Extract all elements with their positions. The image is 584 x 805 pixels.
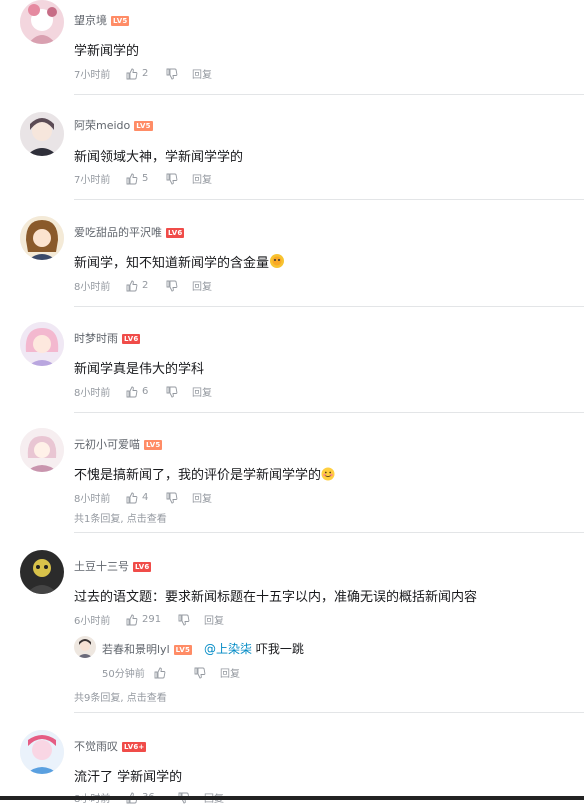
- divider: [74, 199, 584, 200]
- username[interactable]: 不觉雨叹 LV6+: [74, 738, 147, 754]
- comment-text: 新闻学，知不知道新闻学的含金量: [74, 252, 285, 271]
- level-badge: LV6: [166, 228, 185, 238]
- divider: [74, 94, 584, 95]
- timestamp: 8小时前: [74, 494, 111, 505]
- reply-text: @上染柒 吓我一跳: [204, 642, 304, 656]
- username[interactable]: 时梦时雨 LV6: [74, 330, 141, 346]
- dislike-button[interactable]: [178, 614, 204, 626]
- thumbs-up-icon: [126, 614, 138, 625]
- timestamp: 7小时前: [74, 175, 111, 186]
- dislike-button[interactable]: [166, 386, 192, 398]
- username[interactable]: 土豆十三号 LV6: [74, 558, 152, 574]
- mention-link[interactable]: @上染柒: [204, 642, 252, 656]
- dislike-button[interactable]: [166, 68, 192, 80]
- divider: [74, 532, 584, 533]
- like-count: 291: [142, 614, 162, 625]
- thumbs-up-icon: [154, 667, 166, 678]
- reply-button[interactable]: 回复: [192, 384, 212, 399]
- thumbs-down-icon: [166, 173, 178, 184]
- level-badge: LV5: [111, 16, 130, 26]
- like-count: 6: [142, 386, 149, 397]
- level-badge: LV6: [133, 562, 152, 572]
- username[interactable]: 元初小可爱喵 LV5: [74, 436, 163, 452]
- like-button[interactable]: [154, 667, 194, 679]
- like-button[interactable]: 4: [126, 492, 166, 504]
- timestamp: 7小时前: [74, 70, 111, 81]
- reply-button[interactable]: 回复: [192, 490, 212, 505]
- dislike-button[interactable]: [166, 173, 192, 185]
- divider: [74, 412, 584, 413]
- like-button[interactable]: 5: [126, 173, 166, 185]
- timestamp: 8小时前: [74, 388, 111, 399]
- like-count: 2: [142, 68, 149, 79]
- view-replies-link[interactable]: 共9条回复, 点击查看: [74, 689, 167, 704]
- comment-text: 过去的语文题：要求新闻标题在十五字以内，准确无误的概括新闻内容: [74, 590, 478, 605]
- reply-avatar[interactable]: [74, 636, 96, 658]
- like-button[interactable]: 2: [126, 280, 166, 292]
- thumbs-down-icon: [194, 667, 206, 678]
- dislike-button[interactable]: [166, 492, 192, 504]
- gold-medal-emoji-icon: [270, 254, 285, 268]
- like-count: 4: [142, 492, 149, 503]
- level-badge: LV5: [134, 121, 153, 131]
- thumbs-down-icon: [178, 614, 190, 625]
- reply-username[interactable]: 若春和景明lyl LV5: [102, 641, 193, 657]
- thumbs-down-icon: [166, 386, 178, 397]
- avatar[interactable]: [20, 0, 64, 44]
- like-count: 2: [142, 280, 149, 291]
- comment-text: 新闻学真是伟大的学科: [74, 362, 205, 377]
- comment-text: 学新闻学的: [74, 44, 140, 59]
- reply-button[interactable]: 回复: [220, 665, 240, 680]
- thumbs-down-icon: [166, 280, 178, 291]
- level-badge: LV6+: [122, 742, 147, 752]
- smile-emoji-icon: [321, 467, 335, 481]
- thumbs-up-icon: [126, 492, 138, 503]
- avatar[interactable]: [20, 730, 64, 774]
- thumbs-up-icon: [126, 386, 138, 397]
- like-button[interactable]: 291: [126, 614, 178, 626]
- username[interactable]: 阿荣meido LV5: [74, 117, 153, 133]
- reply-button[interactable]: 回复: [204, 612, 224, 627]
- like-count: 5: [142, 173, 149, 184]
- reply-button[interactable]: 回复: [192, 171, 212, 186]
- view-replies-link[interactable]: 共1条回复, 点击查看: [74, 510, 167, 525]
- avatar[interactable]: [20, 428, 64, 472]
- username[interactable]: 爱吃甜品的平沢唯 LV6: [74, 224, 185, 240]
- avatar[interactable]: [20, 112, 64, 156]
- divider: [74, 712, 584, 713]
- thumbs-down-icon: [166, 492, 178, 503]
- thumbs-up-icon: [126, 173, 138, 184]
- thumbs-up-icon: [126, 68, 138, 79]
- dislike-button[interactable]: [194, 667, 220, 679]
- comment-text: 新闻领域大神，学新闻学学的: [74, 150, 244, 165]
- level-badge: LV5: [173, 645, 193, 655]
- level-badge: LV6: [122, 334, 141, 344]
- comment-text: 不愧是搞新闻了，我的评价是学新闻学学的: [74, 464, 335, 483]
- like-button[interactable]: 6: [126, 386, 166, 398]
- thumbs-up-icon: [126, 280, 138, 291]
- reply-button[interactable]: 回复: [192, 278, 212, 293]
- avatar[interactable]: [20, 216, 64, 260]
- thumbs-down-icon: [166, 68, 178, 79]
- avatar[interactable]: [20, 550, 64, 594]
- window-bottom-edge: [0, 796, 584, 800]
- level-badge: LV5: [144, 440, 163, 450]
- timestamp: 6小时前: [74, 616, 111, 627]
- timestamp: 8小时前: [74, 282, 111, 293]
- like-button[interactable]: 2: [126, 68, 166, 80]
- avatar[interactable]: [20, 322, 64, 366]
- divider: [74, 306, 584, 307]
- username[interactable]: 望京境 LV5: [74, 12, 130, 28]
- reply-button[interactable]: 回复: [192, 66, 212, 81]
- comment-text: 流汗了 学新闻学的: [74, 770, 183, 785]
- dislike-button[interactable]: [166, 280, 192, 292]
- timestamp: 50分钟前: [102, 669, 145, 680]
